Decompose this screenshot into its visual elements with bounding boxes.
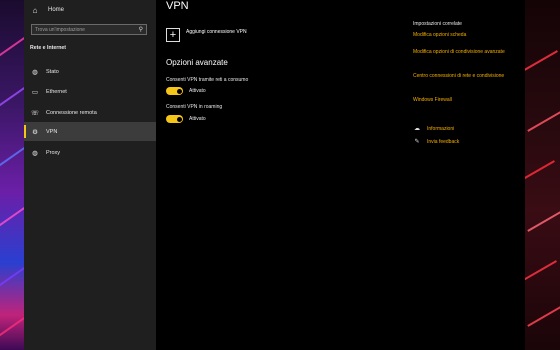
toggle-knob xyxy=(176,116,182,122)
sidebar-item-label: Proxy xyxy=(46,149,61,156)
link-centro-connessioni[interactable]: Centro connessioni di rete e condivision… xyxy=(413,73,508,80)
search-input[interactable]: Trova un'impostazione ⚲ xyxy=(31,24,147,35)
toggle-label-roaming: Consenti VPN in roaming xyxy=(166,104,223,110)
wallpaper-streak xyxy=(0,132,24,170)
related-settings-title: Impostazioni correlate xyxy=(413,21,462,27)
sidebar-item-label: Stato xyxy=(46,68,59,75)
dialup-icon: ☏ xyxy=(30,109,40,117)
section-title: Rete e Internet xyxy=(30,45,67,51)
wallpaper-streak xyxy=(527,210,560,232)
wallpaper-streak xyxy=(525,160,555,182)
help-icon: ☁ xyxy=(414,126,420,132)
sidebar-item-proxy[interactable]: ◍ Proxy xyxy=(24,143,156,162)
sidebar-item-ethernet[interactable]: ▭ Ethernet xyxy=(24,82,156,101)
link-windows-firewall[interactable]: Windows Firewall xyxy=(413,97,508,104)
home-nav-item[interactable]: ⌂ Home xyxy=(30,4,64,16)
sidebar-item-stato[interactable]: ◍ Stato xyxy=(24,62,156,81)
advanced-options-title: Opzioni avanzate xyxy=(166,58,228,67)
toggle-label-metered: Consenti VPN tramite reti a consumo xyxy=(166,77,249,83)
add-vpn-button[interactable]: + Aggiungi connessione VPN xyxy=(166,28,247,42)
wallpaper-streak xyxy=(0,72,24,110)
toggle-state: Attivato xyxy=(189,116,206,122)
help-informazioni[interactable]: ☁ Informazioni xyxy=(413,125,455,133)
plus-icon: + xyxy=(166,28,180,42)
globe-icon: ◍ xyxy=(32,68,38,76)
link-modifica-opzioni-scheda[interactable]: Modifica opzioni scheda xyxy=(413,32,508,39)
help-label: Invia feedback xyxy=(427,138,460,145)
page-title: VPN xyxy=(166,0,189,12)
sidebar-item-label: VPN xyxy=(46,128,58,135)
home-label: Home xyxy=(48,7,65,13)
wallpaper-streak xyxy=(525,50,558,72)
sidebar-item-label: Ethernet xyxy=(46,88,67,95)
desktop-wallpaper-right xyxy=(525,0,560,350)
globe-icon: ◍ xyxy=(32,149,38,157)
link-condivisione-avanzate[interactable]: Modifica opzioni di condivisione avanzat… xyxy=(413,49,508,56)
toggle-row-roaming: Attivato xyxy=(166,115,206,123)
vpn-icon: ⚙ xyxy=(32,128,38,136)
toggle-switch-roaming[interactable] xyxy=(166,115,183,123)
feedback-icon: ✎ xyxy=(414,139,420,145)
home-icon: ⌂ xyxy=(32,5,38,15)
wallpaper-streak xyxy=(0,252,24,290)
wallpaper-streak xyxy=(525,260,557,282)
wallpaper-streak xyxy=(0,22,24,60)
search-placeholder: Trova un'impostazione xyxy=(35,26,85,33)
help-label: Informazioni xyxy=(427,125,455,132)
toggle-row-metered: Attivato xyxy=(166,87,206,95)
toggle-state: Attivato xyxy=(189,88,206,94)
wallpaper-streak xyxy=(527,305,560,327)
wallpaper-streak xyxy=(0,302,24,340)
ethernet-icon: ▭ xyxy=(31,88,39,96)
settings-sidebar: ⌂ Home Trova un'impostazione ⚲ Rete e In… xyxy=(24,0,156,350)
search-icon[interactable]: ⚲ xyxy=(139,26,143,33)
toggle-knob xyxy=(176,88,182,94)
add-vpn-label: Aggiungi connessione VPN xyxy=(186,29,247,35)
sidebar-item-label: Connessione remota xyxy=(46,109,97,116)
desktop-wallpaper-left xyxy=(0,0,24,350)
wallpaper-streak xyxy=(0,192,24,230)
sidebar-item-vpn[interactable]: ⚙ VPN xyxy=(24,122,156,141)
toggle-switch-metered[interactable] xyxy=(166,87,183,95)
sidebar-item-connessione-remota[interactable]: ☏ Connessione remota xyxy=(24,103,156,122)
help-feedback[interactable]: ✎ Invia feedback xyxy=(413,138,460,146)
wallpaper-streak xyxy=(527,110,560,132)
